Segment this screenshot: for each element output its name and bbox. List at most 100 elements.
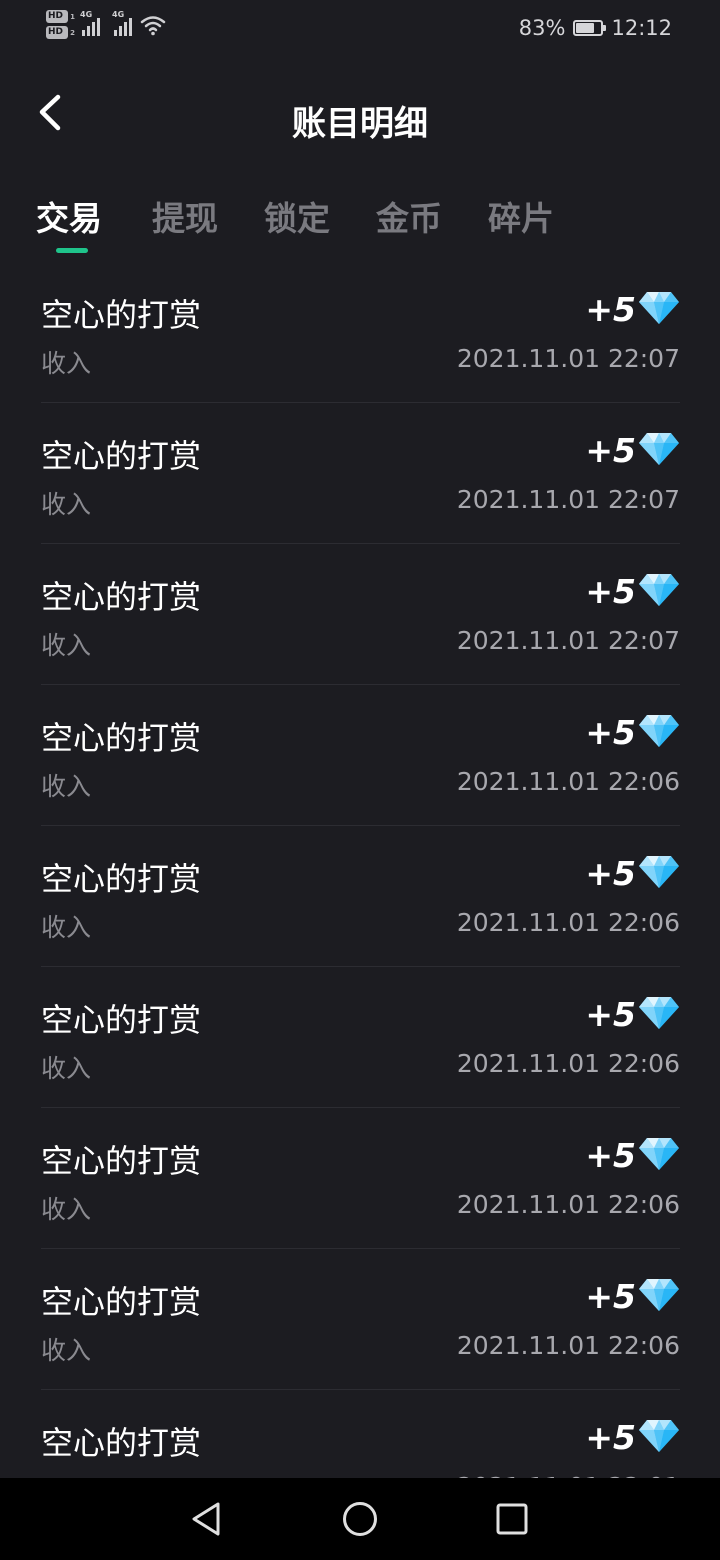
signal-bar bbox=[119, 25, 122, 36]
transaction-amount-group: +5 bbox=[585, 431, 680, 470]
transaction-type: 收入 bbox=[41, 631, 92, 660]
transaction-type: 收入 bbox=[41, 913, 92, 942]
signal-bar bbox=[82, 29, 85, 36]
transaction-title: 空心的打赏 bbox=[41, 437, 202, 475]
hd-label-1: HD bbox=[48, 11, 64, 21]
circle-home-icon bbox=[343, 1502, 377, 1536]
battery-percent: 83% bbox=[518, 16, 566, 40]
nav-back-button[interactable] bbox=[185, 1498, 227, 1540]
transaction-title: 空心的打赏 bbox=[41, 296, 202, 334]
transaction-amount-group: +5 bbox=[585, 572, 680, 611]
transaction-title: 空心的打赏 bbox=[41, 1001, 202, 1039]
signal-icon-1: 4G bbox=[80, 10, 100, 36]
transaction-amount-group: +5 bbox=[585, 995, 680, 1034]
transaction-time: 2021.11.01 22:06 bbox=[456, 1049, 680, 1078]
diamond-icon bbox=[638, 1278, 680, 1316]
transaction-time: 2021.11.01 22:06 bbox=[456, 767, 680, 796]
transaction-type: 收入 bbox=[41, 772, 92, 801]
signal-bar bbox=[129, 17, 132, 36]
transaction-amount: +5 bbox=[585, 995, 636, 1034]
hd-badge-2: HD 2 bbox=[46, 26, 75, 39]
list-item[interactable]: 空心的打赏收入 +5 2021.11.01 22:07 bbox=[41, 403, 680, 544]
signal-bar bbox=[124, 21, 127, 36]
list-item[interactable]: 空心的打赏收入 +5 2021.11.01 22:06 bbox=[41, 826, 680, 967]
transaction-title: 空心的打赏 bbox=[41, 1142, 202, 1180]
tab-transactions[interactable]: 交易 bbox=[36, 192, 102, 240]
transaction-time: 2021.11.01 22:07 bbox=[456, 344, 680, 373]
transaction-amount-group: +5 bbox=[585, 1418, 680, 1457]
transaction-title: 空心的打赏 bbox=[41, 1424, 202, 1462]
diamond-icon bbox=[638, 1137, 680, 1175]
list-item[interactable]: 空心的打赏收入 +5 2021.11.01 22:06 bbox=[41, 1108, 680, 1249]
diamond-icon bbox=[638, 291, 680, 329]
transaction-title: 空心的打赏 bbox=[41, 860, 202, 898]
signal-bar bbox=[114, 29, 117, 36]
nav-home-button[interactable] bbox=[339, 1498, 381, 1540]
transaction-amount: +5 bbox=[585, 572, 636, 611]
signal-bar bbox=[97, 17, 100, 36]
network-type-2: 4G bbox=[112, 9, 125, 19]
transaction-amount: +5 bbox=[585, 431, 636, 470]
transaction-time: 2021.11.01 22:06 bbox=[456, 908, 680, 937]
status-bar: HD 1 HD 2 4G 4G 83% 12:12 bbox=[0, 0, 720, 60]
signal-icon-2: 4G bbox=[112, 10, 132, 36]
transaction-type: 收入 bbox=[41, 1195, 92, 1224]
battery-icon bbox=[573, 20, 607, 36]
transaction-time: 2021.11.01 22:06 bbox=[456, 1190, 680, 1219]
tab-bar: 交易 提现 锁定 金币 碎片 bbox=[0, 192, 720, 262]
battery-fill bbox=[576, 23, 595, 33]
hd-label-2: HD bbox=[48, 27, 64, 37]
transaction-title: 空心的打赏 bbox=[41, 719, 202, 757]
wifi-icon bbox=[140, 15, 166, 35]
tab-coins[interactable]: 金币 bbox=[376, 192, 442, 240]
diamond-icon bbox=[638, 996, 680, 1034]
page-title: 账目明细 bbox=[292, 104, 428, 144]
list-item[interactable]: 空心的打赏收入 +5 2021.11.01 22:07 bbox=[41, 262, 680, 403]
transaction-title: 空心的打赏 bbox=[41, 578, 202, 616]
diamond-icon bbox=[638, 855, 680, 893]
hd-badge-1: HD 1 bbox=[46, 10, 75, 23]
list-item[interactable]: 空心的打赏 收入 +5 2021.11.01 22:06 bbox=[41, 1249, 680, 1390]
nav-recents-button[interactable] bbox=[491, 1498, 533, 1540]
status-time: 12:12 bbox=[611, 16, 672, 40]
tab-fragments[interactable]: 碎片 bbox=[488, 192, 554, 240]
transaction-list[interactable]: 空心的打赏 收入 +5 2021.11.01 22:07 空心的打赏 收入 +5 2021.1… bbox=[0, 262, 720, 1478]
transaction-amount-group: +5 bbox=[585, 1136, 680, 1175]
status-right: 83% 12:12 bbox=[519, 16, 672, 40]
diamond-icon bbox=[638, 714, 680, 752]
list-item[interactable]: 空心的打赏收入+52021.11.01 22:01 bbox=[41, 1390, 680, 1478]
transaction-amount: +5 bbox=[585, 290, 636, 329]
signal-bar bbox=[87, 25, 90, 36]
transaction-amount: +5 bbox=[585, 1136, 636, 1175]
hd-indicators: HD 1 HD 2 bbox=[46, 10, 75, 39]
header: 账目明细 bbox=[0, 80, 720, 152]
navigation-bar bbox=[0, 1478, 720, 1560]
transaction-type: 收入 bbox=[41, 1054, 92, 1083]
transaction-amount-group: +5 bbox=[585, 713, 680, 752]
transaction-amount-group: +5 bbox=[585, 854, 680, 893]
tab-active-indicator bbox=[56, 248, 88, 253]
status-left-icons: HD 1 HD 2 4G 4G bbox=[46, 10, 166, 39]
list-item[interactable]: 空心的打赏收入 +5 2021.11.01 22:06 bbox=[41, 967, 680, 1108]
transaction-amount: +5 bbox=[585, 1277, 636, 1316]
hd-sub-2: 2 bbox=[70, 29, 75, 37]
diamond-icon bbox=[638, 573, 680, 611]
signal-bar bbox=[92, 21, 95, 36]
transaction-time: 2021.11.01 22:07 bbox=[456, 485, 680, 514]
transaction-title: 空心的打赏 bbox=[41, 1283, 202, 1321]
square-recents-icon bbox=[496, 1503, 528, 1535]
transaction-amount-group: +5 bbox=[585, 1277, 680, 1316]
list-item[interactable]: 空心的打赏收入 +5 2021.11.01 22:07 bbox=[41, 544, 680, 685]
network-type-1: 4G bbox=[80, 9, 93, 19]
tab-withdraw[interactable]: 提现 bbox=[152, 192, 218, 240]
list-item[interactable]: 空心的打赏收入 +5 2021.11.01 22:06 bbox=[41, 685, 680, 826]
transaction-amount: +5 bbox=[585, 1418, 636, 1457]
tab-locked[interactable]: 锁定 bbox=[264, 192, 330, 240]
transaction-amount: +5 bbox=[585, 713, 636, 752]
transaction-type: 收入 bbox=[41, 490, 92, 519]
transaction-type: 收入 bbox=[41, 1336, 92, 1365]
transaction-time: 2021.11.01 22:07 bbox=[456, 626, 680, 655]
triangle-back-icon bbox=[192, 1502, 220, 1536]
transaction-type: 收入 bbox=[41, 349, 92, 378]
transaction-amount: +5 bbox=[585, 854, 636, 893]
